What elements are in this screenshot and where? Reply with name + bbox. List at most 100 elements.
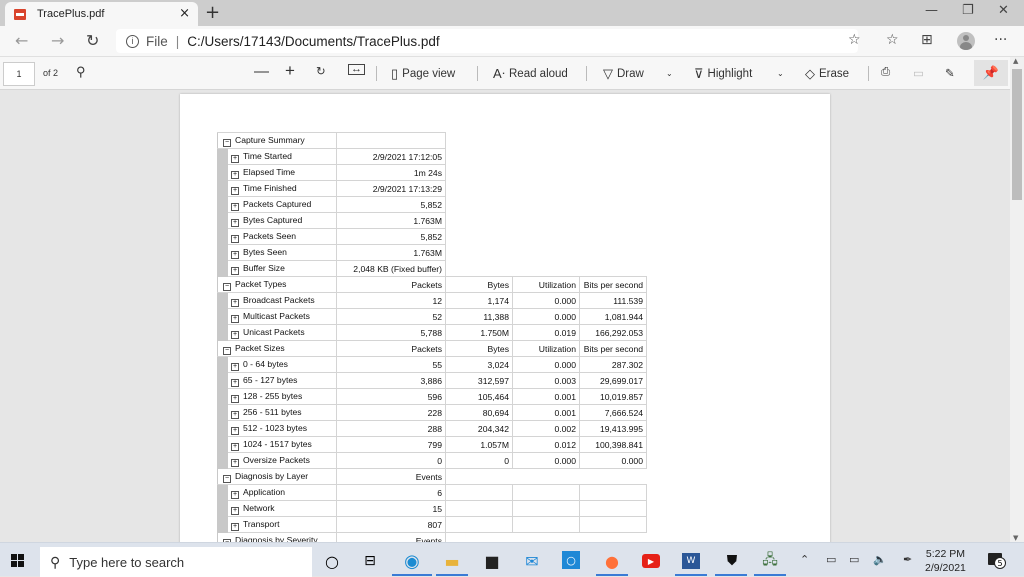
section-title[interactable]: − Packet Types xyxy=(217,276,337,293)
save-as-icon[interactable]: ✎ xyxy=(945,66,955,80)
expand-row-icon[interactable]: + xyxy=(231,266,239,275)
refresh-button[interactable]: ↻ xyxy=(86,31,99,50)
new-tab-button[interactable]: + xyxy=(205,2,220,23)
show-hidden-icons-chevron-icon[interactable]: ⌃ xyxy=(800,553,809,566)
collapse-section-icon[interactable]: − xyxy=(223,346,231,355)
row-label[interactable]: +1024 - 1517 bytes xyxy=(227,436,337,453)
row-label[interactable]: + Bytes Seen xyxy=(227,244,337,261)
expand-row-icon[interactable]: + xyxy=(231,522,239,531)
rotate-icon[interactable]: ↻ xyxy=(316,64,326,78)
taskbar-search-box[interactable]: ⚲ Type here to search xyxy=(40,547,312,577)
pen-icon[interactable]: ✒ xyxy=(903,553,912,566)
cortana-app-icon[interactable]: ○ xyxy=(562,551,580,569)
row-label[interactable]: + Time Finished xyxy=(227,180,337,197)
network-app-icon[interactable]: 🖧 xyxy=(760,551,780,571)
minimize-button[interactable]: — xyxy=(925,3,938,18)
restore-button[interactable]: ❐ xyxy=(962,3,974,18)
expand-row-icon[interactable]: + xyxy=(231,426,239,435)
expand-row-icon[interactable]: + xyxy=(231,234,239,243)
expand-row-icon[interactable]: + xyxy=(231,186,239,195)
pin-toolbar-button[interactable]: 📌 xyxy=(974,60,1008,86)
file-explorer-icon[interactable]: ▬ xyxy=(442,551,462,571)
taskbar-clock[interactable]: 5:22 PM 2/9/2021 xyxy=(925,547,966,575)
row-label[interactable]: + Bytes Captured xyxy=(227,212,337,229)
zoom-in-button[interactable]: + xyxy=(285,61,295,81)
info-icon[interactable]: i xyxy=(126,34,139,48)
row-label[interactable]: + Network xyxy=(227,500,337,517)
expand-row-icon[interactable]: + xyxy=(231,362,239,371)
address-bar[interactable]: i File | C:/Users/17143/Documents/TraceP… xyxy=(116,29,858,53)
row-label[interactable]: + Packets Captured xyxy=(227,196,337,213)
security-shield-icon[interactable]: ⛊ xyxy=(722,551,742,571)
firefox-icon[interactable]: ● xyxy=(602,551,622,571)
expand-row-icon[interactable]: + xyxy=(231,442,239,451)
mail-icon[interactable]: ✉ xyxy=(522,551,542,571)
zoom-out-button[interactable]: — xyxy=(254,63,269,80)
start-windows-icon[interactable] xyxy=(11,554,24,567)
close-window-button[interactable]: ✕ xyxy=(998,3,1009,18)
row-label[interactable]: +0 - 64 bytes xyxy=(227,356,337,373)
volume-icon[interactable]: 🔈 xyxy=(873,553,887,566)
cortana-icon[interactable]: ○ xyxy=(322,551,342,571)
expand-row-icon[interactable]: + xyxy=(231,458,239,467)
notification-center-icon[interactable]: 5 xyxy=(988,553,1006,569)
row-label[interactable]: + Packets Seen xyxy=(227,228,337,245)
profile-avatar[interactable] xyxy=(957,32,975,50)
tab-close-button[interactable]: × xyxy=(179,6,190,21)
expand-row-icon[interactable]: + xyxy=(231,506,239,515)
meet-now-icon[interactable]: ▭ xyxy=(826,553,836,566)
word-icon[interactable]: W xyxy=(682,553,700,569)
print-icon[interactable]: ⎙ xyxy=(881,66,890,79)
collections-icon[interactable]: ⊞ xyxy=(921,32,933,48)
more-menu-icon[interactable]: ··· xyxy=(994,32,1007,48)
scrollbar-thumb[interactable] xyxy=(1012,69,1022,200)
page-number-input[interactable]: 1 xyxy=(3,62,35,86)
edge-browser-icon[interactable]: ◉ xyxy=(402,551,422,572)
draw-options-chevron-icon[interactable]: ⌄ xyxy=(666,69,673,78)
highlight-options-chevron-icon[interactable]: ⌄ xyxy=(777,69,784,78)
search-icon[interactable]: ⚲ xyxy=(76,64,86,80)
draw-button[interactable]: ▽ Draw xyxy=(603,66,644,82)
section-title[interactable]: − Capture Summary xyxy=(217,132,337,149)
row-label[interactable]: +256 - 511 bytes xyxy=(227,404,337,421)
erase-button[interactable]: ◇ Erase xyxy=(805,66,849,82)
section-title[interactable]: − Packet Sizes xyxy=(217,340,337,357)
row-label[interactable]: + Buffer Size xyxy=(227,260,337,277)
row-label[interactable]: + Elapsed Time xyxy=(227,164,337,181)
row-label[interactable]: + Multicast Packets xyxy=(227,308,337,325)
row-label[interactable]: + Application xyxy=(227,484,337,501)
highlight-button[interactable]: ⊽ Highlight xyxy=(694,66,752,82)
scroll-down-arrow-icon[interactable]: ▼ xyxy=(1013,534,1018,542)
expand-row-icon[interactable]: + xyxy=(231,394,239,403)
expand-row-icon[interactable]: + xyxy=(231,490,239,499)
collapse-section-icon[interactable]: − xyxy=(223,474,231,483)
section-title[interactable]: − Diagnosis by Severity xyxy=(217,532,337,542)
expand-row-icon[interactable]: + xyxy=(231,410,239,419)
address-url[interactable]: C:/Users/17143/Documents/TracePlus.pdf xyxy=(187,34,439,49)
expand-row-icon[interactable]: + xyxy=(231,298,239,307)
row-label[interactable]: +128 - 255 bytes xyxy=(227,388,337,405)
task-view-icon[interactable]: ⊟ xyxy=(360,551,380,571)
expand-row-icon[interactable]: + xyxy=(231,170,239,179)
expand-row-icon[interactable]: + xyxy=(231,378,239,387)
row-label[interactable]: + Transport xyxy=(227,516,337,533)
add-favorite-icon[interactable]: ☆ xyxy=(848,32,861,48)
scroll-up-arrow-icon[interactable]: ▲ xyxy=(1013,57,1018,65)
youtube-icon[interactable]: ▶ xyxy=(642,554,660,568)
row-label[interactable]: +512 - 1023 bytes xyxy=(227,420,337,437)
favorites-icon[interactable]: ☆ xyxy=(886,32,899,48)
microsoft-store-icon[interactable]: ■ xyxy=(482,551,502,571)
row-label[interactable]: + Unicast Packets xyxy=(227,324,337,341)
read-aloud-button[interactable]: Aᐧ Read aloud xyxy=(493,66,568,82)
page-view-button[interactable]: ▯ Page view xyxy=(391,66,455,82)
back-button[interactable]: ← xyxy=(15,31,28,50)
collapse-section-icon[interactable]: − xyxy=(223,138,231,147)
row-label[interactable]: + Oversize Packets xyxy=(227,452,337,469)
battery-icon[interactable]: ▭ xyxy=(849,553,859,566)
expand-row-icon[interactable]: + xyxy=(231,218,239,227)
row-label[interactable]: +65 - 127 bytes xyxy=(227,372,337,389)
row-label[interactable]: + Broadcast Packets xyxy=(227,292,337,309)
expand-row-icon[interactable]: + xyxy=(231,250,239,259)
forward-button[interactable]: → xyxy=(51,31,64,50)
vertical-scrollbar[interactable]: ▲ ▼ xyxy=(1010,57,1024,542)
